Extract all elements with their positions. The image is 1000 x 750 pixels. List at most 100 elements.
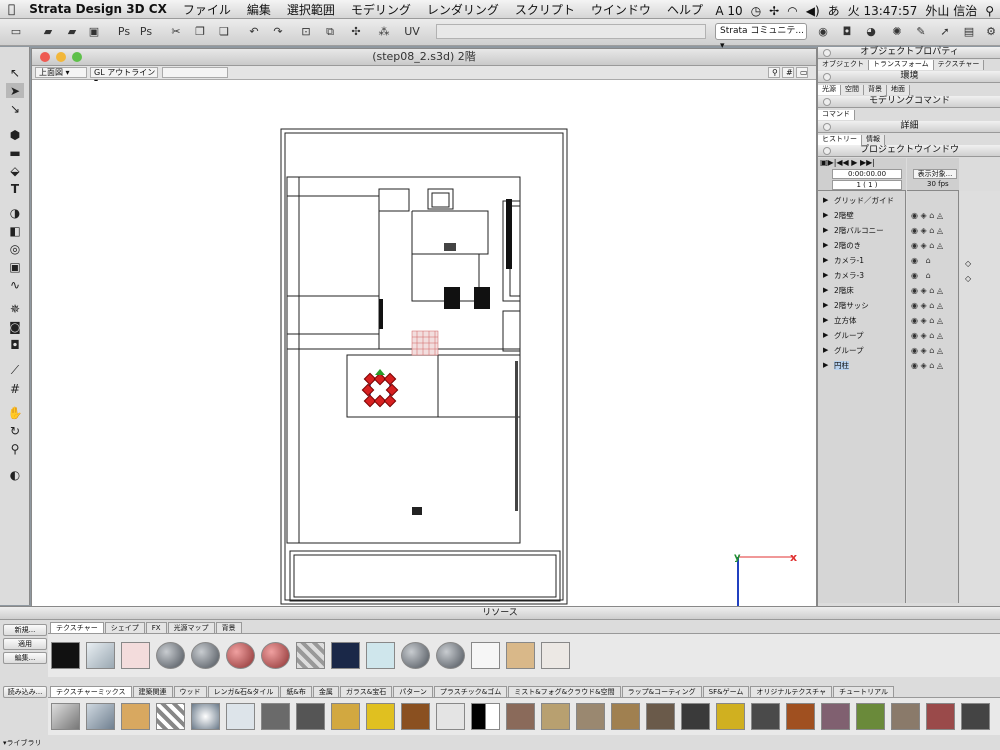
select-tool-icon[interactable]: ➤: [6, 83, 24, 98]
visibility-icons[interactable]: ◉ ◈ ⌂ ◬: [907, 238, 959, 253]
light-icon[interactable]: ✺: [889, 23, 905, 40]
texture-swatch[interactable]: [121, 703, 150, 730]
app-name[interactable]: Strata Design 3D CX: [23, 2, 175, 16]
lib-tab[interactable]: ミスト&フォグ&クラウド&空間: [508, 686, 621, 697]
tab-light[interactable]: 光源: [818, 85, 841, 95]
apple-icon[interactable]: : [0, 2, 23, 16]
lib-tab[interactable]: パターン: [393, 686, 433, 697]
expand-icon[interactable]: ▭: [796, 67, 808, 78]
texture-swatch[interactable]: [506, 703, 535, 730]
menu-rendering[interactable]: レンダリング: [419, 1, 507, 18]
photoshop-icon[interactable]: Ps: [116, 23, 132, 40]
grid-tool-icon[interactable]: #: [6, 381, 24, 396]
project-window-header[interactable]: プロジェクトウインドウ: [818, 145, 1000, 157]
lib-tab[interactable]: 金属: [312, 686, 339, 697]
texture-swatch[interactable]: [471, 642, 500, 669]
texture-swatch[interactable]: [961, 703, 990, 730]
texture-swatch[interactable]: [226, 703, 255, 730]
export-icon[interactable]: ➚: [937, 23, 953, 40]
tab-transform[interactable]: トランスフォーム: [869, 60, 934, 70]
texture-swatch[interactable]: [821, 703, 850, 730]
modeling-canvas[interactable]: x y: [32, 81, 816, 609]
texture-swatch[interactable]: [296, 642, 325, 669]
texture-swatch[interactable]: [121, 642, 150, 669]
undo-icon[interactable]: ↶: [246, 23, 262, 40]
reshape-tool-icon[interactable]: ↘: [6, 101, 24, 116]
grid-toggle-icon[interactable]: #: [782, 67, 794, 78]
frame-field[interactable]: 1 ( 1 ): [832, 180, 902, 190]
render-icon[interactable]: ◉: [815, 23, 831, 40]
zoom-icon[interactable]: [72, 52, 82, 62]
spotlight-icon[interactable]: ⚲: [985, 4, 994, 18]
timeline-area[interactable]: ◇ ◇: [960, 191, 1000, 603]
texture-swatch[interactable]: [86, 703, 115, 730]
render-mode-dropdown[interactable]: GL アウトライン ▾: [90, 67, 158, 86]
open-folder-icon[interactable]: ▰: [40, 23, 56, 40]
texture-swatch[interactable]: [191, 703, 220, 730]
list-item[interactable]: ▶ 2階床: [818, 283, 906, 298]
magnify-icon[interactable]: ⚲: [768, 67, 780, 78]
tab-background[interactable]: 背景: [864, 85, 887, 95]
texture-swatch[interactable]: [331, 703, 360, 730]
library-label[interactable]: ▾ライブラリ: [3, 738, 42, 748]
texture-swatch[interactable]: [541, 703, 570, 730]
texture-swatch[interactable]: [646, 703, 675, 730]
light-tool-icon[interactable]: ✵: [6, 301, 24, 316]
orbit-tool-icon[interactable]: ↻: [6, 423, 24, 438]
text-tool-icon[interactable]: T: [6, 181, 24, 196]
window-icon[interactable]: ▤: [961, 23, 977, 40]
texture-swatch[interactable]: [856, 703, 885, 730]
minimize-icon[interactable]: [56, 52, 66, 62]
texture-swatch[interactable]: [226, 642, 255, 669]
copy-icon[interactable]: ❐: [192, 23, 208, 40]
box-tool-icon[interactable]: ▣: [6, 259, 24, 274]
new-button[interactable]: 新規...: [3, 624, 47, 636]
hand-tool-icon[interactable]: ✋: [6, 405, 24, 420]
visibility-icons[interactable]: ◉ ◈ ⌂ ◬: [907, 328, 959, 343]
texture-swatch[interactable]: [331, 642, 360, 669]
tab-texture[interactable]: テクスチャー: [933, 60, 985, 70]
texture-swatch[interactable]: [786, 703, 815, 730]
visibility-icons[interactable]: ◉ ◈ ⌂ ◬: [907, 223, 959, 238]
render-tool-icon[interactable]: ◐: [6, 467, 24, 482]
close-icon[interactable]: [40, 52, 50, 62]
volume-icon[interactable]: ◀): [806, 4, 820, 18]
lib-tab[interactable]: レンガ&石&タイル: [207, 686, 280, 697]
list-item[interactable]: ▶ カメラ-3: [818, 268, 906, 283]
playback-icons[interactable]: ▣▶|◀◀ ▶ ▶▶|: [820, 158, 875, 167]
user-name[interactable]: 外山 信治: [925, 2, 977, 19]
center-icon[interactable]: ✣: [348, 23, 364, 40]
camera-tool-icon[interactable]: ◙: [6, 319, 24, 334]
texture-swatch[interactable]: [261, 642, 290, 669]
menu-selection[interactable]: 選択範囲: [279, 1, 343, 18]
tab-ground[interactable]: 地面: [887, 85, 910, 95]
texture-swatch[interactable]: [51, 703, 80, 730]
list-item[interactable]: ▶ 2階バルコニー: [818, 223, 906, 238]
sweep-tool-icon[interactable]: ◎: [6, 241, 24, 256]
lib-tab[interactable]: SF&ゲーム: [702, 686, 750, 697]
adobe-icon[interactable]: A 10: [715, 4, 742, 18]
lib-tab[interactable]: ラップ&コーティング: [621, 686, 702, 697]
visibility-icons[interactable]: ◉ ⌂: [907, 268, 959, 283]
lib-tab[interactable]: プラスチック&ゴム: [433, 686, 508, 697]
tab-info[interactable]: 情報: [862, 135, 885, 145]
texture-swatch[interactable]: [751, 703, 780, 730]
tab-lightmap[interactable]: 光源マップ: [167, 622, 215, 633]
path-tool-icon[interactable]: ∿: [6, 277, 24, 292]
texture-swatch[interactable]: [86, 642, 115, 669]
clock[interactable]: 火 13:47:57: [848, 2, 918, 19]
texture-swatch[interactable]: [891, 703, 920, 730]
tab-command[interactable]: コマンド: [818, 110, 855, 120]
open-icon[interactable]: ▰: [64, 23, 80, 40]
detail-header[interactable]: 詳細: [818, 121, 1000, 133]
save-icon[interactable]: ▣: [86, 23, 102, 40]
extrude-tool-icon[interactable]: ◧: [6, 223, 24, 238]
list-item[interactable]: ▶ 2階サッシ: [818, 298, 906, 313]
cam-view-tool-icon[interactable]: ◘: [6, 337, 24, 352]
zoom-tool-icon[interactable]: ⚲: [6, 441, 24, 456]
menu-window[interactable]: ウインドウ: [583, 1, 659, 18]
bluetooth-icon[interactable]: ✢: [769, 4, 779, 18]
tab-background[interactable]: 背景: [215, 622, 242, 633]
texture-swatch[interactable]: [926, 703, 955, 730]
visibility-icons[interactable]: ◉ ◈ ⌂ ◬: [907, 208, 959, 223]
